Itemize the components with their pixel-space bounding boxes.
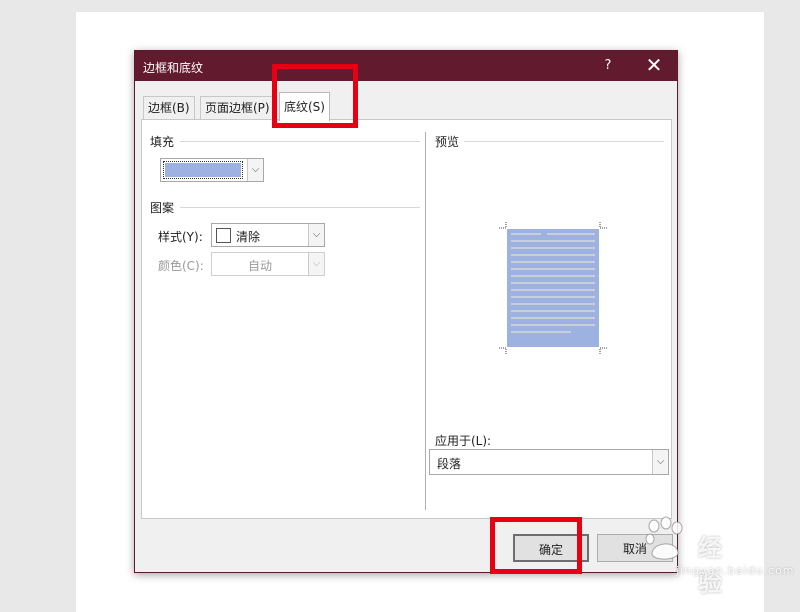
- preview-line: [511, 247, 595, 249]
- chevron-down-icon: ⌵: [308, 253, 324, 275]
- apply-to-label: 应用于(L):: [435, 434, 492, 448]
- shading-preview: [507, 229, 599, 347]
- style-dropdown[interactable]: 清除 ⌵: [211, 223, 325, 247]
- style-swatch: [216, 228, 231, 243]
- fill-group-label: 填充: [150, 133, 175, 150]
- fill-color-swatch: [163, 161, 243, 179]
- preview-line: [511, 317, 595, 319]
- tab-shading[interactable]: 底纹(S): [279, 92, 330, 121]
- preview-corner-mark: [499, 347, 507, 355]
- preview-divider: [464, 141, 664, 142]
- fill-divider: [180, 141, 420, 142]
- dialog-title: 边框和底纹: [143, 61, 204, 75]
- preview-corner-mark: [599, 221, 607, 229]
- baidu-paw-icon: [645, 516, 683, 560]
- borders-shading-dialog: 边框和底纹 ? ✕ 边框(B) 页面边框(P) 底纹(S) 填充 ⌵ 图案 样式…: [134, 50, 678, 573]
- style-value: 清除: [236, 230, 261, 244]
- style-label: 样式(Y):: [158, 230, 203, 244]
- preview-line: [511, 310, 595, 312]
- preview-group-label: 预览: [435, 133, 460, 150]
- preview-line: [511, 296, 595, 298]
- tab-page-border[interactable]: 页面边框(P): [200, 96, 275, 119]
- dialog-title-bar: 边框和底纹 ? ✕: [135, 51, 677, 81]
- preview-line: [511, 233, 541, 235]
- chevron-down-icon: ⌵: [247, 159, 263, 181]
- preview-line: [511, 261, 595, 263]
- preview-line: [511, 282, 595, 284]
- preview-line: [547, 233, 595, 235]
- preview-line: [511, 254, 595, 256]
- preview-line: [511, 268, 595, 270]
- pattern-group-label: 图案: [150, 199, 175, 216]
- watermark-url: jingyan.baidu.com: [676, 564, 795, 577]
- panel-separator: [425, 132, 426, 510]
- preview-corner-mark: [599, 347, 607, 355]
- pattern-divider: [180, 207, 420, 208]
- chevron-down-icon: ⌵: [652, 450, 668, 474]
- apply-to-dropdown[interactable]: 段落 ⌵: [429, 449, 669, 475]
- preview-line: [511, 240, 595, 242]
- preview-line: [511, 303, 595, 305]
- close-button[interactable]: ✕: [643, 55, 665, 77]
- watermark-brand: 经验: [698, 534, 722, 597]
- fill-color-dropdown[interactable]: ⌵: [160, 158, 264, 182]
- preview-line: [511, 324, 595, 326]
- tab-borders[interactable]: 边框(B): [143, 96, 195, 119]
- pattern-color-dropdown[interactable]: 自动 ⌵: [211, 252, 325, 276]
- preview-line: [511, 331, 571, 333]
- preview-corner-mark: [499, 221, 507, 229]
- preview-line: [511, 289, 595, 291]
- help-button[interactable]: ?: [600, 56, 616, 76]
- chevron-down-icon: ⌵: [308, 224, 324, 246]
- preview-line: [511, 275, 595, 277]
- ok-button[interactable]: 确定: [513, 534, 589, 562]
- pattern-color-value: 自动: [248, 259, 273, 273]
- color-label: 颜色(C):: [158, 259, 204, 273]
- apply-to-value: 段落: [437, 457, 462, 471]
